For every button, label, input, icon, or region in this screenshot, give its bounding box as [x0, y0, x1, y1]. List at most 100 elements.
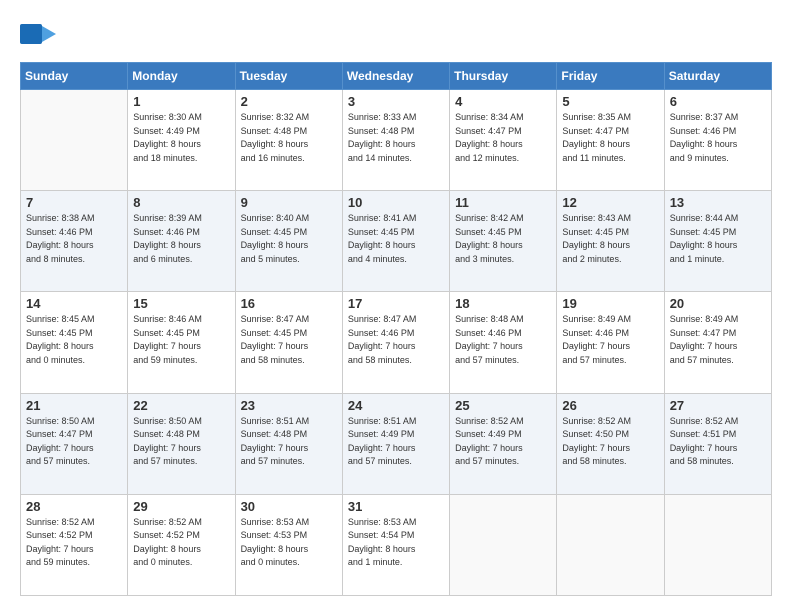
day-detail-continuation: and 16 minutes. — [241, 153, 305, 163]
sunset-time: Sunset: 4:46 PM — [133, 227, 200, 237]
weekday-header-cell: Tuesday — [235, 63, 342, 90]
sunset-time: Sunset: 4:48 PM — [133, 429, 200, 439]
sunrise-time: Sunrise: 8:46 AM — [133, 314, 202, 324]
sunrise-time: Sunrise: 8:37 AM — [670, 112, 739, 122]
sunset-time: Sunset: 4:47 PM — [455, 126, 522, 136]
sunset-time: Sunset: 4:45 PM — [348, 227, 415, 237]
sunset-time: Sunset: 4:48 PM — [348, 126, 415, 136]
day-number: 16 — [241, 296, 337, 311]
calendar-week-row: 21 Sunrise: 8:50 AM Sunset: 4:47 PM Dayligh… — [21, 393, 772, 494]
day-detail-continuation: and 57 minutes. — [133, 456, 197, 466]
calendar-day-cell: 15Sunrise: 8:46 AMSunset: 4:45 PMDayligh… — [128, 292, 235, 393]
daylight-hours: Daylight: 8 hours — [26, 240, 94, 250]
sunset-time: Sunset: 4:45 PM — [562, 227, 629, 237]
day-detail: Sunrise: 8:44 AMSunset: 4:45 PMDaylight:… — [670, 212, 766, 266]
day-number: 22 — [133, 398, 229, 413]
calendar-day-cell — [21, 90, 128, 191]
sunrise-time: Sunrise: 8:42 AM — [455, 213, 524, 223]
weekday-header-cell: Sunday — [21, 63, 128, 90]
day-detail-continuation: and 0 minutes. — [241, 557, 300, 567]
daylight-hours: Daylight: 8 hours — [670, 240, 738, 250]
weekday-header-cell: Saturday — [664, 63, 771, 90]
sunrise-time: Sunrise: 8:33 AM — [348, 112, 417, 122]
calendar-day-cell: 1Sunrise: 8:30 AMSunset: 4:49 PMDaylight… — [128, 90, 235, 191]
day-number: 27 — [670, 398, 766, 413]
day-number: 21 — [26, 398, 122, 413]
calendar-day-cell: 16 Sunrise: 8:47 AMSunset: 4:45 PMDayligh… — [235, 292, 342, 393]
sunset-time: Sunset: 4:54 PM — [348, 530, 415, 540]
day-detail-continuation: and 1 minute. — [670, 254, 725, 264]
day-number: 14 — [26, 296, 122, 311]
sunset-time: Sunset: 4:52 PM — [26, 530, 93, 540]
day-detail: Sunrise: 8:40 AMSunset: 4:45 PMDaylight:… — [241, 212, 337, 266]
daylight-hours: Daylight: 7 hours — [348, 443, 416, 453]
day-number: 1 — [133, 94, 229, 109]
weekday-header-cell: Friday — [557, 63, 664, 90]
page: SundayMondayTuesdayWednesdayThursdayFrid… — [0, 0, 792, 612]
calendar-day-cell: 8Sunrise: 8:39 AMSunset: 4:46 PMDaylight… — [128, 191, 235, 292]
day-detail: Sunrise: 8:48 AMSunset: 4:46 PMDaylight:… — [455, 313, 551, 367]
day-detail-continuation: and 14 minutes. — [348, 153, 412, 163]
sunrise-time: Sunrise: 8:49 AM — [562, 314, 631, 324]
day-detail: Sunrise: 8:53 AMSunset: 4:53 PMDaylight:… — [241, 516, 337, 570]
weekday-header-row: SundayMondayTuesdayWednesdayThursdayFrid… — [21, 63, 772, 90]
day-detail: Sunrise: 8:41 AMSunset: 4:45 PMDaylight:… — [348, 212, 444, 266]
day-number: 5 — [562, 94, 658, 109]
daylight-hours: Daylight: 8 hours — [562, 139, 630, 149]
day-detail-continuation: and 57 minutes. — [670, 355, 734, 365]
calendar-day-cell: 14Sunrise: 8:45 AMSunset: 4:45 PMDayligh… — [21, 292, 128, 393]
day-detail-continuation: and 57 minutes. — [455, 456, 519, 466]
calendar-day-cell: 29Sunrise: 8:52 AMSunset: 4:52 PMDayligh… — [128, 494, 235, 595]
sunrise-time: Sunrise: 8:41 AM — [348, 213, 417, 223]
sunrise-time: Sunrise: 8:52 AM — [562, 416, 631, 426]
day-detail: Sunrise: 8:52 AMSunset: 4:52 PMDaylight:… — [133, 516, 229, 570]
sunrise-time: Sunrise: 8:52 AM — [133, 517, 202, 527]
day-detail: Sunrise: 8:35 AMSunset: 4:47 PMDaylight:… — [562, 111, 658, 165]
day-detail-continuation: and 18 minutes. — [133, 153, 197, 163]
day-detail: Sunrise: 8:50 AMSunset: 4:47 PMDaylight:… — [26, 415, 122, 469]
calendar-day-cell: 21Sunrise: 8:50 AMSunset: 4:47 PMDayligh… — [21, 393, 128, 494]
day-detail: Sunrise: 8:53 AMSunset: 4:54 PMDaylight:… — [348, 516, 444, 570]
daylight-hours: Daylight: 8 hours — [562, 240, 630, 250]
sunrise-time: Sunrise: 8:47 AM — [241, 314, 310, 324]
day-number: 28 — [26, 499, 122, 514]
day-detail-continuation: and 59 minutes. — [26, 557, 90, 567]
calendar-day-cell: 11Sunrise: 8:42 AMSunset: 4:45 PMDayligh… — [450, 191, 557, 292]
daylight-hours: Daylight: 7 hours — [133, 443, 201, 453]
logo-icon — [20, 16, 56, 52]
day-detail-continuation: and 57 minutes. — [455, 355, 519, 365]
sunrise-time: Sunrise: 8:49 AM — [670, 314, 739, 324]
daylight-hours: Daylight: 7 hours — [562, 341, 630, 351]
sunset-time: Sunset: 4:49 PM — [133, 126, 200, 136]
calendar-day-cell: 27 Sunrise: 8:52 AMSunset: 4:51 PMDayligh… — [664, 393, 771, 494]
daylight-hours: Daylight: 8 hours — [670, 139, 738, 149]
day-detail: Sunrise: 8:49 AMSunset: 4:46 PMDaylight:… — [562, 313, 658, 367]
sunset-time: Sunset: 4:47 PM — [26, 429, 93, 439]
day-detail: Sunrise: 8:47 AMSunset: 4:45 PMDaylight:… — [241, 313, 337, 367]
day-number: 10 — [348, 195, 444, 210]
sunset-time: Sunset: 4:45 PM — [670, 227, 737, 237]
day-detail-continuation: and 58 minutes. — [348, 355, 412, 365]
calendar-day-cell — [557, 494, 664, 595]
sunrise-time: Sunrise: 8:50 AM — [133, 416, 202, 426]
sunset-time: Sunset: 4:45 PM — [133, 328, 200, 338]
daylight-hours: Daylight: 7 hours — [455, 443, 523, 453]
daylight-hours: Daylight: 8 hours — [348, 544, 416, 554]
day-detail: Sunrise: 8:52 AMSunset: 4:51 PMDaylight:… — [670, 415, 766, 469]
day-number: 19 — [562, 296, 658, 311]
calendar-day-cell: 20Sunrise: 8:49 AMSunset: 4:47 PMDayligh… — [664, 292, 771, 393]
calendar-day-cell: 5 Sunrise: 8:35 AMSunset: 4:47 PMDaylight… — [557, 90, 664, 191]
sunrise-time: Sunrise: 8:50 AM — [26, 416, 95, 426]
day-number: 15 — [133, 296, 229, 311]
calendar-week-row: 1Sunrise: 8:30 AMSunset: 4:49 PMDaylight… — [21, 90, 772, 191]
daylight-hours: Daylight: 8 hours — [455, 240, 523, 250]
calendar-day-cell: 18Sunrise: 8:48 AMSunset: 4:46 PMDayligh… — [450, 292, 557, 393]
day-detail: Sunrise: 8:32 AMSunset: 4:48 PMDaylight:… — [241, 111, 337, 165]
daylight-hours: Daylight: 8 hours — [133, 544, 201, 554]
calendar-body: 1Sunrise: 8:30 AMSunset: 4:49 PMDaylight… — [21, 90, 772, 596]
day-number: 13 — [670, 195, 766, 210]
daylight-hours: Daylight: 8 hours — [26, 341, 94, 351]
day-number: 6 — [670, 94, 766, 109]
daylight-hours: Daylight: 7 hours — [562, 443, 630, 453]
sunset-time: Sunset: 4:46 PM — [670, 126, 737, 136]
